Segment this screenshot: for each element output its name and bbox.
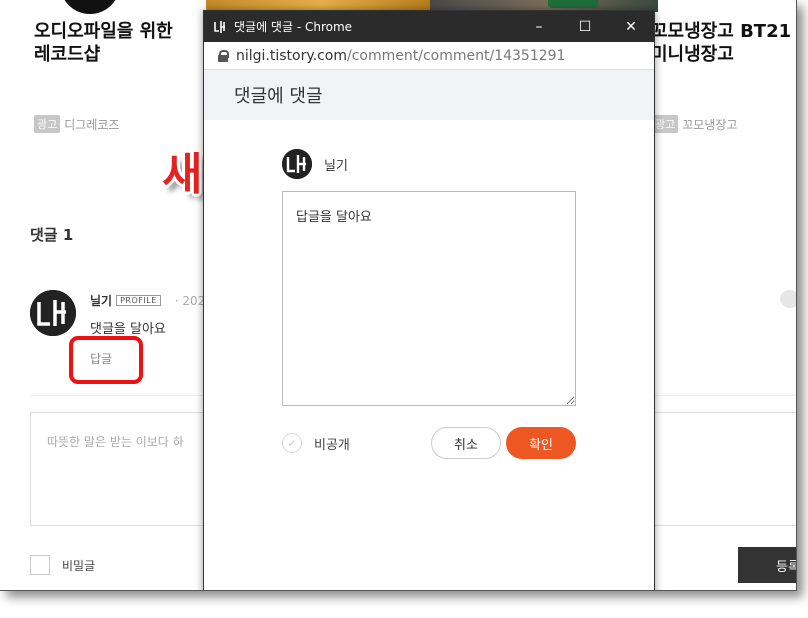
popup-user-name: 닐기 xyxy=(324,158,348,174)
ad-info-left: 광고 디그레코즈 xyxy=(34,115,119,133)
ad-badge: 광고 xyxy=(34,115,61,133)
avatar xyxy=(282,149,312,179)
cancel-button[interactable]: 취소 xyxy=(431,427,501,459)
popup-user: 닐기 xyxy=(282,149,348,179)
site-favicon-icon xyxy=(212,18,228,35)
browser-page: 오디오파일을 위한 레코드샵 꼬모냉장고 BT21 미니냉장고 광고 디그레코즈… xyxy=(0,0,797,591)
ad-info-right: 광고 꼬모냉장고 xyxy=(652,115,737,133)
ad-badge: 광고 xyxy=(652,115,679,133)
lock-icon[interactable] xyxy=(218,49,229,62)
private-checkbox[interactable]: ✓ xyxy=(282,433,302,453)
comment-author: 닐기 PROFILE · 2022 xyxy=(90,292,213,309)
comment-text: 댓글을 달아요 xyxy=(90,322,166,337)
card-title-right[interactable]: 꼬모냉장고 BT21 미니냉장고 xyxy=(651,20,796,66)
advertiser-name[interactable]: 꼬모냉장고 xyxy=(682,116,737,133)
private-label[interactable]: 비공개 xyxy=(314,434,350,453)
comments-heading: 댓글 1 xyxy=(30,226,74,244)
submit-button[interactable]: 등록 xyxy=(738,547,796,583)
submit-label: 등록 xyxy=(776,559,796,575)
comment-author-name[interactable]: 닐기 xyxy=(90,292,112,309)
window-titlebar[interactable]: 댓글에 댓글 - Chrome – ☐ ✕ xyxy=(204,11,654,42)
secret-checkbox[interactable] xyxy=(30,555,50,575)
url-path: /comment/comment/14351291 xyxy=(347,47,566,64)
address-bar[interactable]: nilgi.tistory.com/comment/comment/143512… xyxy=(204,42,654,70)
comment-menu-toggle[interactable] xyxy=(780,290,796,308)
advertiser-name[interactable]: 디그레코즈 xyxy=(64,116,119,133)
card-title-left[interactable]: 오디오파일을 위한 레코드샵 xyxy=(34,20,204,66)
confirm-button[interactable]: 확인 xyxy=(506,427,576,459)
thumbnail-button[interactable] xyxy=(548,0,598,8)
avatar-logo-icon xyxy=(30,290,76,336)
reply-textarea[interactable]: 답글을 달아요 xyxy=(282,191,576,406)
window-title: 댓글에 댓글 - Chrome xyxy=(234,20,353,34)
card-thumbnail-left[interactable] xyxy=(60,0,120,14)
avatar-logo-icon xyxy=(282,149,312,179)
avatar[interactable] xyxy=(30,290,76,336)
profile-tag[interactable]: PROFILE xyxy=(116,295,161,306)
check-icon: ✓ xyxy=(287,436,297,450)
reply-highlight-box xyxy=(69,336,143,384)
secret-label: 비밀글 xyxy=(62,559,96,573)
comment-placeholder: 따뜻한 말은 받는 이보다 하 xyxy=(47,435,184,449)
popup-window: 댓글에 댓글 - Chrome – ☐ ✕ nilgi.tistory.com /… xyxy=(203,10,655,590)
close-button[interactable]: ✕ xyxy=(608,11,654,42)
url-host: nilgi.tistory.com xyxy=(236,47,348,64)
minimize-button[interactable]: – xyxy=(516,11,562,42)
maximize-button[interactable]: ☐ xyxy=(562,11,608,42)
popup-header: 댓글에 댓글 xyxy=(204,70,654,120)
